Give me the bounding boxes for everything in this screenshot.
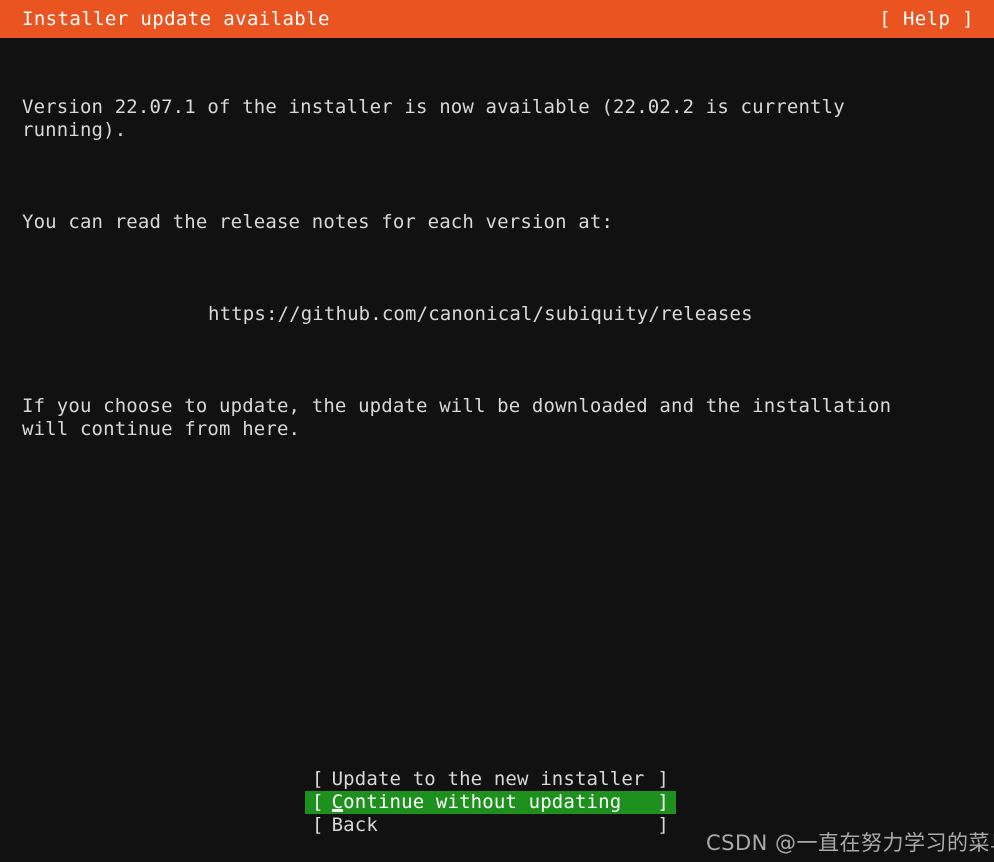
button-label: Continue without updating [324,791,658,814]
body-text: Version 22.07.1 of the installer is now … [22,50,974,510]
paragraph-update-behaviour: If you choose to update, the update will… [22,395,892,440]
bracket-left: [ [312,814,324,836]
button-label: Update to the new installer [331,768,645,790]
page-title: Installer update available [22,8,330,30]
release-notes-url: https://github.com/canonical/subiquity/r… [208,303,753,325]
bracket-right: ] [657,814,669,836]
continue-without-updating-button[interactable]: [ Continue without updating ] [305,791,676,814]
bracket-left: [ [312,768,324,790]
update-to-new-installer-button[interactable]: [ Update to the new installer ] [305,768,676,791]
bracket-right: ] [657,768,669,790]
watermark: CSDN @一直在努力学习的菜鸟 [706,831,994,855]
installer-screen: Installer update available [ Help ] Vers… [0,0,994,862]
bracket-left: [ [312,791,324,813]
paragraph-version-available: Version 22.07.1 of the installer is now … [22,96,845,141]
header-bar: Installer update available [ Help ] [0,0,994,38]
paragraph-release-notes-intro: You can read the release notes for each … [22,211,614,233]
button-stack: [ Update to the new installer ] [ Contin… [305,768,676,837]
help-button[interactable]: [ Help ] [879,8,974,30]
button-label: Back [331,814,378,836]
bracket-right: ] [657,791,669,813]
back-button[interactable]: [ Back ] [305,814,676,837]
